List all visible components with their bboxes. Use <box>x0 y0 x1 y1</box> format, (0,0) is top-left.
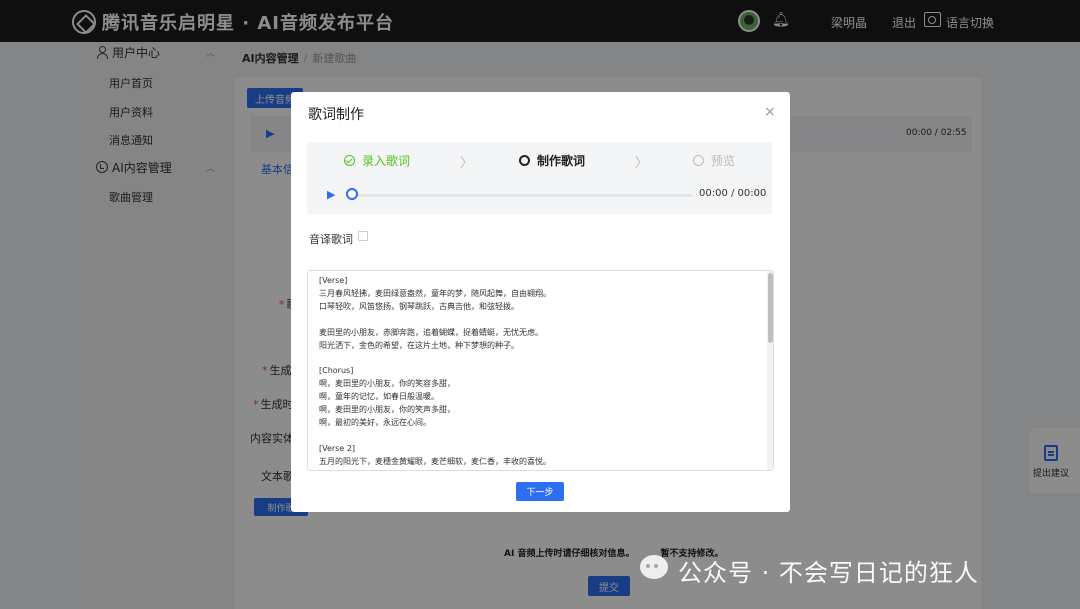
circle-icon <box>693 154 704 166</box>
progress-track[interactable] <box>351 194 692 197</box>
dialog-title: 歌词制作 <box>308 107 364 123</box>
check-circle-icon <box>344 154 355 166</box>
step-make-lyrics: 制作歌词 <box>519 152 585 168</box>
watermark: 公众号 · 不会写日记的狂人 <box>678 559 979 587</box>
step-enter-lyrics: 录入歌词 <box>344 152 410 168</box>
transliteration-label: 音译歌词 <box>309 233 353 246</box>
chevron-right-icon: 〉 <box>460 156 474 171</box>
close-icon[interactable]: × <box>764 104 776 120</box>
play-icon[interactable]: ▶ <box>327 188 335 201</box>
lyrics-text: [Verse] 三月春风轻拂，麦田绿意盎然，童年的梦，随风起舞，自由翱翔。 口琴… <box>319 276 551 466</box>
scrollbar-thumb[interactable] <box>768 273 773 343</box>
steps-panel: 录入歌词 〉 制作歌词 〉 预览 ▶ 00:00 / 00:00 <box>307 142 772 214</box>
lyrics-textarea[interactable]: [Verse] 三月春风轻拂，麦田绿意盎然，童年的梦，随风起舞，自由翱翔。 口琴… <box>307 270 774 471</box>
circle-icon <box>519 154 530 166</box>
lyrics-dialog: 歌词制作 × 录入歌词 〉 制作歌词 〉 预览 ▶ 00:00 / 00:00 … <box>291 92 790 512</box>
scrollbar[interactable] <box>767 271 773 470</box>
player-time: 00:00 / 00:00 <box>699 188 767 199</box>
wechat-icon <box>640 555 668 579</box>
next-step-button[interactable]: 下一步 <box>516 482 564 501</box>
step-preview: 预览 <box>693 152 735 168</box>
chevron-right-icon: 〉 <box>635 156 649 171</box>
progress-thumb[interactable] <box>346 188 358 200</box>
transliteration-checkbox[interactable] <box>358 231 368 241</box>
